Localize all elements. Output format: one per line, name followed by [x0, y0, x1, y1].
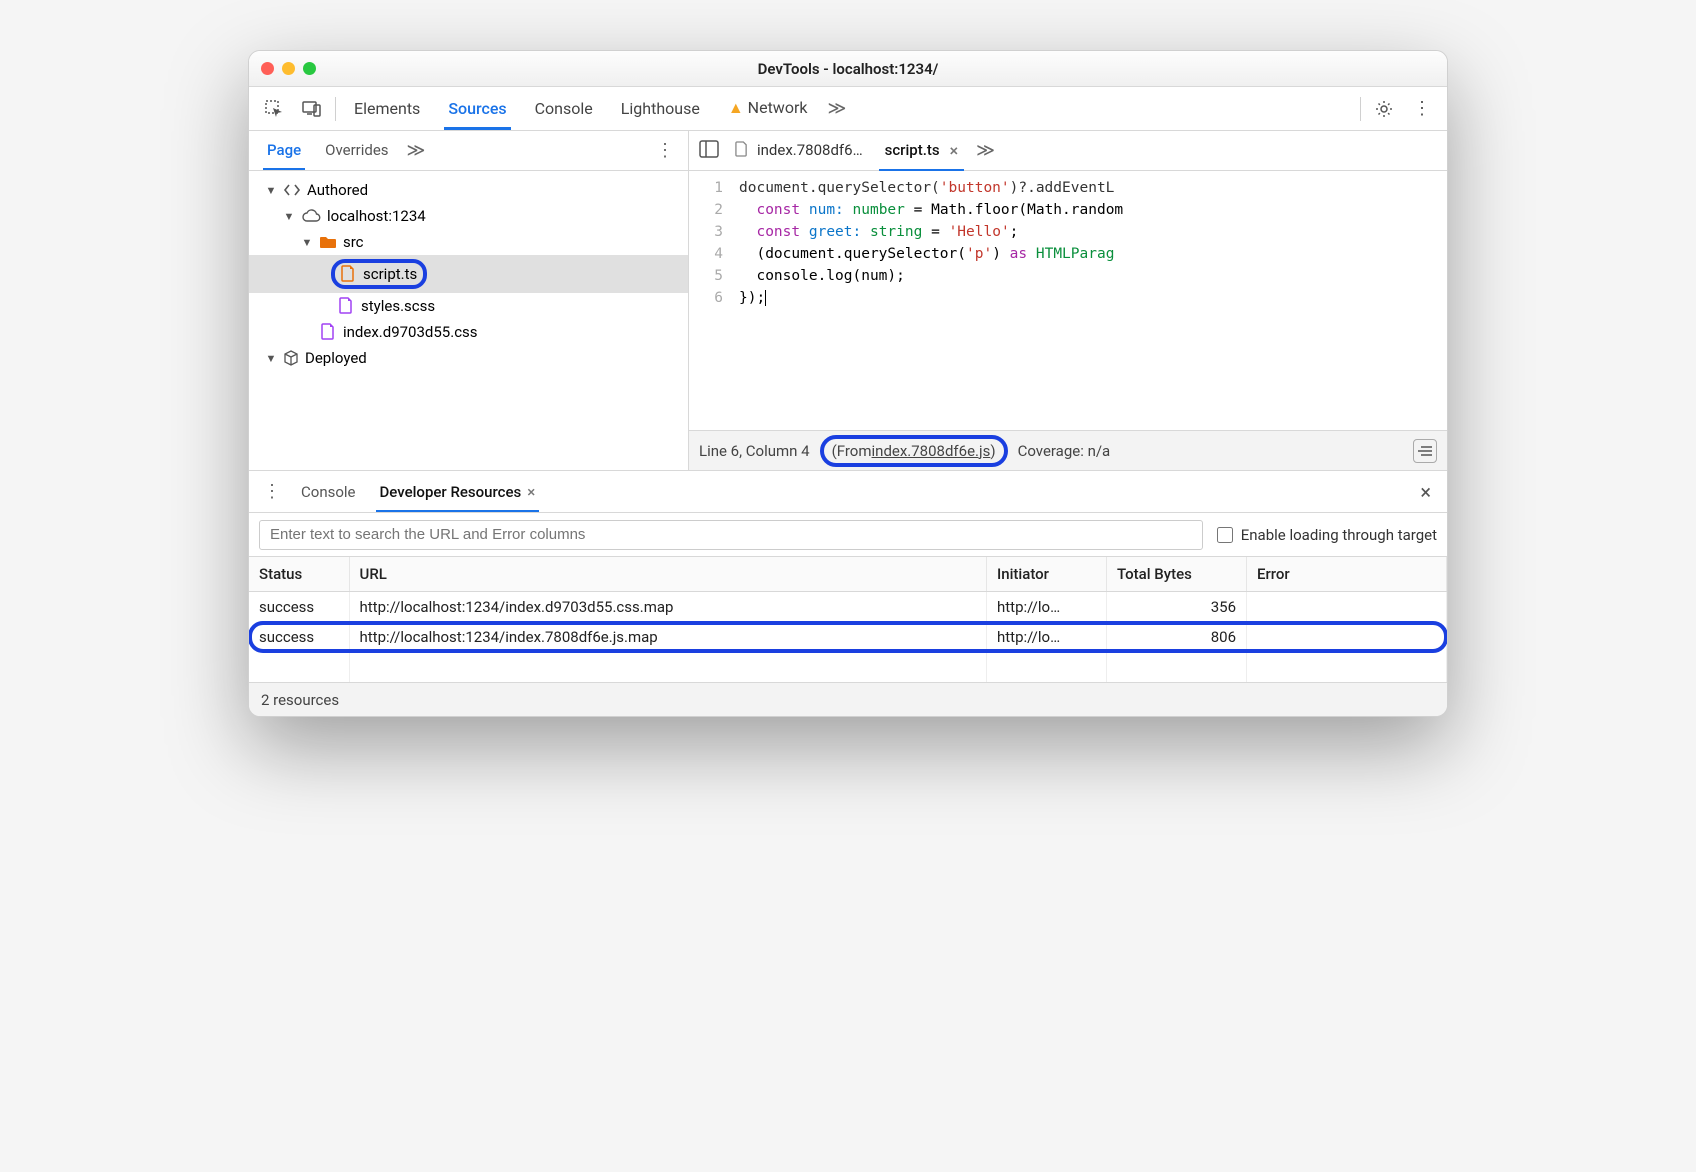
- tree-label: Deployed: [305, 349, 367, 367]
- tree-node-deployed[interactable]: ▼ Deployed: [249, 345, 688, 371]
- enable-target-checkbox[interactable]: Enable loading through target: [1217, 526, 1437, 544]
- devtools-window: DevTools - localhost:1234/ Elements Sour…: [248, 50, 1448, 717]
- cube-icon: [283, 350, 299, 366]
- divider: [1360, 97, 1361, 121]
- table-row: [249, 652, 1447, 682]
- navigator-tab-page[interactable]: Page: [255, 132, 313, 169]
- tree-label: localhost:1234: [327, 207, 426, 225]
- settings-gear-icon[interactable]: [1369, 94, 1399, 124]
- sidebar-toggle-icon[interactable]: [695, 136, 723, 166]
- resources-search-input[interactable]: [259, 520, 1203, 550]
- cursor-position: Line 6, Column 4: [699, 442, 810, 460]
- tab-elements[interactable]: Elements: [340, 89, 434, 129]
- drawer-tabs: ⋮ Console Developer Resources × ×: [249, 471, 1447, 513]
- tree-node-script-ts[interactable]: script.ts: [249, 255, 688, 293]
- resources-table: Status URL Initiator Total Bytes Error s…: [249, 557, 1447, 682]
- disclosure-icon: ▼: [265, 352, 277, 365]
- window-title: DevTools - localhost:1234/: [249, 60, 1447, 78]
- checkbox[interactable]: [1217, 527, 1233, 543]
- checkbox-label: Enable loading through target: [1241, 526, 1437, 544]
- file-icon: [735, 141, 751, 159]
- tab-console[interactable]: Console: [521, 89, 607, 129]
- pretty-print-icon[interactable]: [1413, 439, 1437, 463]
- navigator-more-icon[interactable]: ⋮: [648, 136, 682, 165]
- angle-brackets-icon: [283, 183, 301, 197]
- file-tab-index[interactable]: index.7808df6…: [725, 132, 873, 169]
- top-tabs: Elements Sources Console Lighthouse ▲Net…: [249, 87, 1447, 131]
- more-tabs-icon[interactable]: ≫: [827, 98, 846, 119]
- file-icon: [341, 265, 357, 283]
- disclosure-icon: ▼: [301, 236, 313, 249]
- editor-pane: index.7808df6… script.ts × ≫ 123456 docu…: [689, 131, 1447, 470]
- cloud-icon: [301, 209, 321, 223]
- titlebar: DevTools - localhost:1234/: [249, 51, 1447, 87]
- drawer-more-icon[interactable]: ⋮: [255, 477, 289, 506]
- navigator-pane: Page Overrides ≫ ⋮ ▼ Authored ▼ localhos…: [249, 131, 689, 470]
- file-tabs: index.7808df6… script.ts × ≫: [689, 131, 1447, 171]
- tree-label: Authored: [307, 181, 368, 199]
- tree-node-index-css[interactable]: index.d9703d55.css: [249, 319, 688, 345]
- table-row[interactable]: success http://localhost:1234/index.7808…: [249, 622, 1447, 652]
- file-tab-label: script.ts: [885, 141, 940, 159]
- tree-node-styles-scss[interactable]: styles.scss: [249, 293, 688, 319]
- resources-filter-row: Enable loading through target: [249, 513, 1447, 557]
- tree-label: src: [343, 233, 364, 251]
- source-map-link[interactable]: index.7808df6e.js: [872, 442, 991, 460]
- col-status[interactable]: Status: [249, 557, 349, 592]
- navigator-more-tabs-icon[interactable]: ≫: [407, 140, 426, 161]
- drawer-tab-console[interactable]: Console: [289, 473, 368, 511]
- divider: [335, 97, 336, 121]
- code-editor[interactable]: 123456 document.querySelector('button')?…: [689, 171, 1447, 430]
- file-tree: ▼ Authored ▼ localhost:1234 ▼ src: [249, 171, 688, 470]
- tab-lighthouse[interactable]: Lighthouse: [607, 89, 714, 129]
- navigator-tabs: Page Overrides ≫ ⋮: [249, 131, 688, 171]
- col-total-bytes[interactable]: Total Bytes: [1107, 557, 1247, 592]
- tab-network-label: Network: [748, 98, 808, 117]
- code-content[interactable]: document.querySelector('button')?.addEve…: [733, 171, 1447, 430]
- tree-label: styles.scss: [361, 297, 435, 315]
- file-icon: [321, 323, 337, 341]
- file-icon: [339, 297, 355, 315]
- warning-icon: ▲: [728, 98, 744, 117]
- tab-sources[interactable]: Sources: [434, 89, 520, 129]
- sources-main: Page Overrides ≫ ⋮ ▼ Authored ▼ localhos…: [249, 131, 1447, 471]
- file-tab-label: index.7808df6…: [757, 141, 863, 159]
- line-gutter: 123456: [689, 171, 733, 430]
- col-error[interactable]: Error: [1247, 557, 1447, 592]
- device-toolbar-icon[interactable]: [297, 94, 327, 124]
- tree-node-authored[interactable]: ▼ Authored: [249, 177, 688, 203]
- inspect-element-icon[interactable]: [259, 94, 289, 124]
- more-file-tabs-icon[interactable]: ≫: [976, 140, 995, 161]
- coverage-status: Coverage: n/a: [1018, 442, 1111, 460]
- resources-footer: 2 resources: [249, 682, 1447, 716]
- tree-label: script.ts: [363, 265, 417, 283]
- disclosure-icon: ▼: [265, 184, 277, 197]
- disclosure-icon: ▼: [283, 210, 295, 223]
- col-url[interactable]: URL: [349, 557, 987, 592]
- folder-icon: [319, 235, 337, 249]
- tree-node-host[interactable]: ▼ localhost:1234: [249, 203, 688, 229]
- more-menu-icon[interactable]: ⋮: [1407, 94, 1437, 124]
- file-tab-script[interactable]: script.ts ×: [875, 132, 969, 170]
- editor-status-bar: Line 6, Column 4 (From index.7808df6e.js…: [689, 430, 1447, 470]
- drawer-tab-label: Developer Resources: [380, 483, 522, 501]
- drawer: ⋮ Console Developer Resources × × Enable …: [249, 471, 1447, 716]
- col-initiator[interactable]: Initiator: [987, 557, 1107, 592]
- close-drawer-icon[interactable]: ×: [1410, 476, 1441, 508]
- navigator-tab-overrides[interactable]: Overrides: [313, 132, 400, 169]
- close-tab-icon[interactable]: ×: [950, 141, 959, 160]
- tree-node-src[interactable]: ▼ src: [249, 229, 688, 255]
- drawer-tab-developer-resources[interactable]: Developer Resources ×: [368, 473, 548, 511]
- tree-label: index.d9703d55.css: [343, 323, 478, 341]
- table-row[interactable]: success http://localhost:1234/index.d970…: [249, 592, 1447, 623]
- tab-network[interactable]: ▲Network: [714, 88, 822, 129]
- close-tab-icon[interactable]: ×: [527, 483, 535, 501]
- source-map-from: (From index.7808df6e.js): [820, 435, 1008, 467]
